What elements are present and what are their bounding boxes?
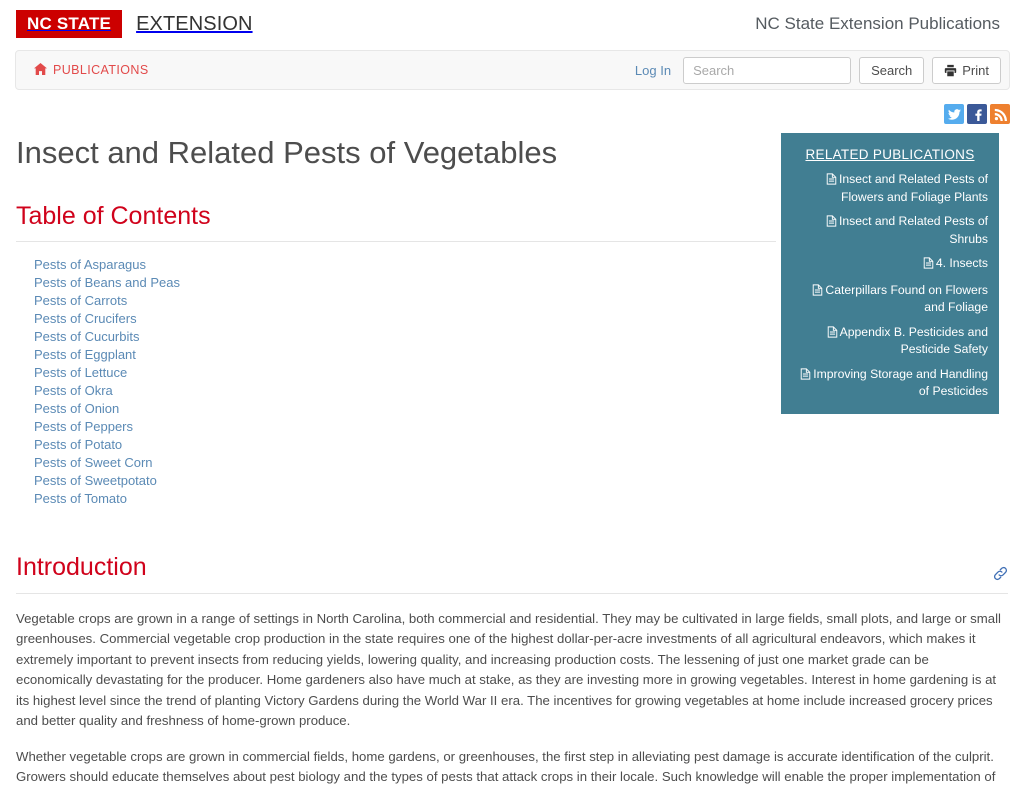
list-item: Pests of Eggplant [34, 346, 776, 364]
introduction-header: Introduction [16, 552, 1008, 583]
list-item: Pests of Asparagus [34, 256, 776, 274]
search-input[interactable] [683, 56, 852, 84]
search-button-label: Search [871, 62, 913, 78]
home-icon [34, 62, 47, 78]
list-item: Pests of Tomato [34, 490, 776, 508]
nav-publications-label: PUBLICATIONS [53, 63, 149, 77]
intro-paragraph-1: Vegetable crops are grown in a range of … [16, 610, 1001, 729]
extension-wordmark: EXTENSION [136, 12, 253, 35]
print-button-label: Print [962, 62, 989, 78]
toc-link[interactable]: Pests of Okra [34, 382, 113, 399]
toc-link[interactable]: Pests of Beans and Peas [34, 274, 180, 291]
introduction-heading: Introduction [16, 553, 147, 582]
table-of-contents: Table of Contents Pests of Asparagus Pes… [16, 201, 776, 508]
list-item: Pests of Lettuce [34, 364, 776, 382]
main-content: Insect and Related Pests of Vegetables T… [0, 122, 1024, 789]
social-share-row [944, 104, 1010, 124]
print-button[interactable]: Print [932, 56, 1001, 84]
page-title: Insect and Related Pests of Vegetables [16, 135, 558, 170]
toc-link[interactable]: Pests of Tomato [34, 490, 127, 507]
introduction-divider [16, 592, 1008, 594]
toc-heading: Table of Contents [16, 202, 211, 231]
twitter-icon[interactable] [944, 104, 964, 124]
list-item: Pests of Carrots [34, 292, 776, 310]
toc-link[interactable]: Pests of Eggplant [34, 346, 136, 363]
list-item: Pests of Peppers [34, 418, 776, 436]
toc-link[interactable]: Pests of Sweet Corn [34, 454, 153, 471]
facebook-icon[interactable] [967, 104, 987, 124]
toc-link[interactable]: Pests of Onion [34, 400, 119, 417]
list-item: Pests of Potato [34, 436, 776, 454]
toc-divider [16, 241, 776, 243]
rss-icon[interactable] [990, 104, 1010, 124]
toc-link[interactable]: Pests of Carrots [34, 292, 127, 309]
list-item: Pests of Sweet Corn [34, 454, 776, 472]
toc-link[interactable]: Pests of Potato [34, 436, 122, 453]
list-item: Pests of Okra [34, 382, 776, 400]
nav-publications-link[interactable]: PUBLICATIONS [26, 62, 157, 78]
toc-link[interactable]: Pests of Peppers [34, 418, 133, 435]
navbar-right-group: Log In Search Print [635, 56, 1001, 84]
list-item: Pests of Sweetpotato [34, 472, 776, 490]
list-item: Pests of Cucurbits [34, 328, 776, 346]
toc-link[interactable]: Pests of Cucurbits [34, 328, 140, 345]
masthead: NC STATE EXTENSION NC State Extension Pu… [0, 0, 1024, 48]
list-item: Pests of Crucifers [34, 310, 776, 328]
nc-state-wordmark: NC STATE [16, 10, 123, 38]
brand-logo-link[interactable]: NC STATE EXTENSION [16, 10, 253, 38]
list-item: Pests of Onion [34, 400, 776, 418]
list-item: Pests of Beans and Peas [34, 274, 776, 292]
site-name: NC State Extension Publications [755, 14, 1000, 33]
search-button[interactable]: Search [859, 56, 925, 84]
toc-link[interactable]: Pests of Asparagus [34, 256, 146, 273]
page-root: NC STATE EXTENSION NC State Extension Pu… [0, 0, 1024, 789]
navigation-bar: PUBLICATIONS Log In Search Print [15, 50, 1010, 90]
intro-paragraph-2: Whether vegetable crops are grown in com… [16, 748, 996, 785]
printer-icon [944, 64, 957, 77]
toc-link[interactable]: Pests of Lettuce [34, 364, 127, 381]
toc-link[interactable]: Pests of Sweetpotato [34, 472, 157, 489]
toc-link[interactable]: Pests of Crucifers [34, 310, 137, 327]
toc-list: Pests of Asparagus Pests of Beans and Pe… [16, 256, 776, 508]
login-link[interactable]: Log In [635, 63, 671, 78]
link-anchor-icon[interactable] [993, 566, 1008, 584]
